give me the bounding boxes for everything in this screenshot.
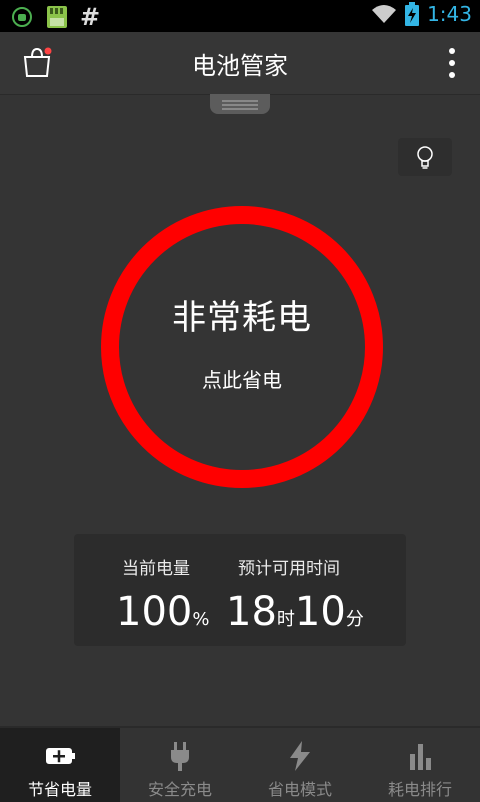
remaining-hours: 18 [226, 589, 277, 635]
tab-power-mode[interactable]: 省电模式 [240, 728, 360, 802]
tab-label: 安全充电 [147, 780, 212, 799]
power-status-text: 非常耗电 [172, 298, 312, 338]
remaining-minutes: 10 [294, 589, 346, 635]
battery-level-value: 100 [116, 589, 193, 635]
tab-label: 节省电量 [27, 780, 92, 799]
app-header: 电池管家 [0, 32, 480, 95]
remaining-time-label: 预计可用时间 [238, 559, 340, 579]
current-battery-label: 当前电量 [122, 559, 190, 579]
tab-label: 省电模式 [267, 780, 332, 799]
overflow-menu-icon[interactable] [446, 46, 458, 80]
status-bar: # 1:43 [0, 0, 480, 32]
sd-card-icon [47, 6, 67, 28]
hours-unit: 时 [276, 609, 295, 630]
remaining-time: 18时10分 [226, 590, 364, 642]
tab-safe-charge[interactable]: 安全充电 [120, 728, 240, 802]
battery-info-card: 当前电量 预计可用时间 100% 18时10分 [74, 534, 406, 646]
wifi-icon [372, 5, 397, 23]
power-status-ring[interactable] [101, 206, 383, 488]
battery-level-unit: % [192, 609, 210, 630]
battery-level: 100% [116, 590, 209, 642]
page-title: 电池管家 [192, 52, 288, 80]
minutes-unit: 分 [345, 609, 364, 630]
lightbulb-icon [417, 146, 433, 169]
android-debug-icon [12, 7, 32, 27]
bar-chart-icon [410, 744, 431, 770]
battery-charging-icon [405, 2, 420, 26]
tips-button[interactable] [398, 138, 452, 176]
hash-icon: # [80, 3, 101, 31]
clock: 1:43 [427, 2, 472, 26]
save-power-link[interactable]: 点此省电 [101, 364, 383, 393]
lightning-icon [290, 741, 310, 771]
pull-down-handle[interactable] [210, 94, 270, 114]
tab-save-power[interactable]: 节省电量 [0, 728, 120, 802]
tab-power-ranking[interactable]: 耗电排行 [360, 728, 480, 802]
battery-plus-icon [46, 748, 75, 764]
bottom-nav: 节省电量 安全充电 省电模式 耗电排行 [0, 726, 480, 802]
plug-icon [171, 742, 189, 771]
tab-label: 耗电排行 [387, 780, 452, 799]
